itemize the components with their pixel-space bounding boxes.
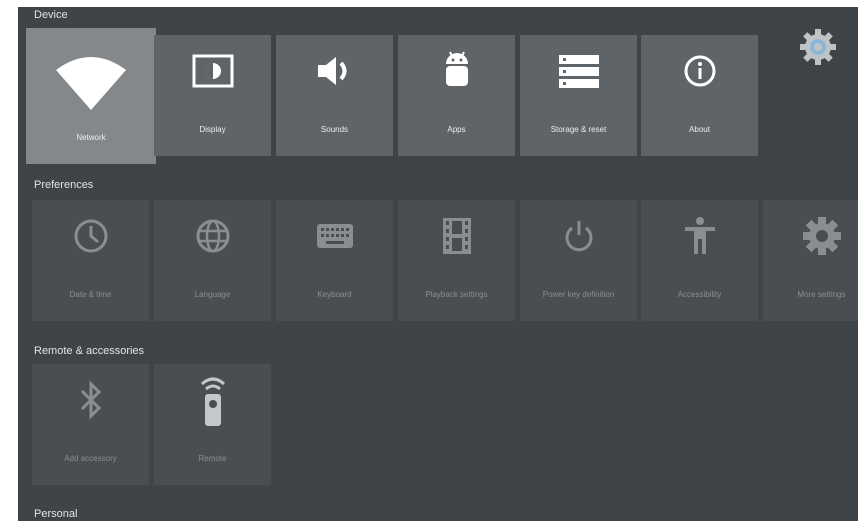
tile-label: Network — [76, 133, 106, 142]
tile-label: Display — [199, 125, 226, 134]
tile-label: Language — [194, 290, 231, 299]
storage-icon — [557, 49, 601, 93]
tile-label: Date & time — [69, 290, 112, 299]
tile-add-accessory[interactable]: Add accessory — [32, 364, 149, 485]
tile-network[interactable]: Network — [26, 28, 156, 164]
remote-icon — [191, 374, 235, 428]
tile-remote[interactable]: Remote — [154, 364, 271, 485]
tile-date-time[interactable]: Date & time — [32, 200, 149, 321]
info-icon — [678, 49, 722, 93]
globe-icon — [191, 214, 235, 258]
section-title-personal: Personal — [34, 508, 78, 520]
keyboard-icon — [313, 214, 357, 258]
tile-label: More settings — [797, 290, 846, 299]
tile-language[interactable]: Language — [154, 200, 271, 321]
android-icon — [435, 49, 479, 93]
gear-icon — [800, 214, 844, 258]
tile-sounds[interactable]: Sounds — [276, 35, 393, 156]
wifi-icon — [56, 52, 126, 112]
section-title-device: Device — [34, 9, 68, 21]
section-title-remote-accessories: Remote & accessories — [34, 345, 145, 357]
tile-label: Keyboard — [317, 290, 352, 299]
tile-apps[interactable]: Apps — [398, 35, 515, 156]
tile-power-key-definition[interactable]: Power key definition — [520, 200, 637, 321]
tile-label: Power key definition — [542, 290, 615, 299]
power-icon — [557, 214, 601, 258]
bluetooth-icon — [69, 378, 113, 422]
tile-accessibility[interactable]: Accessibility — [641, 200, 758, 321]
tile-more-settings[interactable]: More settings — [763, 200, 858, 321]
section-title-preferences: Preferences — [34, 179, 94, 191]
tile-label: Add accessory — [64, 454, 117, 463]
tile-label: Accessibility — [677, 290, 722, 299]
display-icon — [191, 49, 235, 93]
clock-icon — [69, 214, 113, 258]
settings-screen: Device Network Display Sounds Apps Stora… — [18, 7, 858, 521]
tile-playback-settings[interactable]: Playback settings — [398, 200, 515, 321]
tile-label: Apps — [447, 125, 466, 134]
tile-about[interactable]: About — [641, 35, 758, 156]
tile-label: Storage & reset — [550, 125, 607, 134]
tile-label: Remote — [198, 454, 227, 463]
tile-storage-reset[interactable]: Storage & reset — [520, 35, 637, 156]
tile-label: Playback settings — [425, 290, 488, 299]
tile-keyboard[interactable]: Keyboard — [276, 200, 393, 321]
tile-label: About — [689, 125, 710, 134]
film-icon — [435, 214, 479, 258]
accessibility-icon — [678, 214, 722, 258]
settings-gear-icon[interactable] — [798, 27, 838, 67]
tile-label: Sounds — [320, 125, 349, 134]
tile-display[interactable]: Display — [154, 35, 271, 156]
speaker-icon — [313, 49, 357, 93]
